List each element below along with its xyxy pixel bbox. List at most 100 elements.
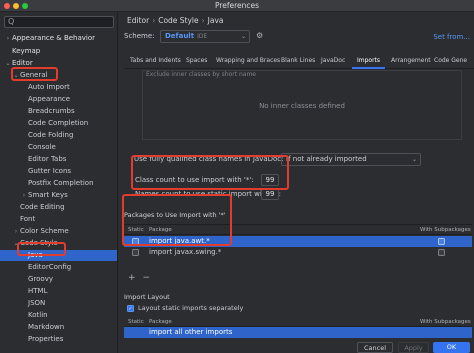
- scheme-dropdown[interactable]: Default IDE ⌄: [160, 30, 250, 43]
- table-row[interactable]: import all other imports: [124, 327, 472, 338]
- subpackages-checkbox[interactable]: [438, 238, 445, 245]
- table-row[interactable]: import java.awt.*: [124, 236, 472, 247]
- settings-content: Editor › Code Style › Java Scheme: Default ID…: [119, 12, 474, 353]
- layout-entry: import all other imports: [149, 328, 233, 336]
- chevron-right-icon[interactable]: ›: [20, 190, 28, 201]
- chevron-down-icon: ⌄: [411, 156, 417, 163]
- sidebar-item-editor-tabs[interactable]: Editor Tabs: [0, 154, 117, 165]
- settings-sidebar: Q › Appearance & Behavior Keymap ⌄ Editor …: [0, 12, 118, 353]
- breadcrumb-java: Java: [207, 16, 224, 25]
- sidebar-item-json[interactable]: JSON: [0, 298, 117, 309]
- breadcrumb: Editor › Code Style › Java: [127, 16, 223, 25]
- remove-icon[interactable]: −: [143, 273, 151, 283]
- sidebar-item-postfix-completion[interactable]: Postfix Completion: [0, 178, 117, 189]
- add-icon[interactable]: +: [128, 273, 136, 283]
- sidebar-item-breadcrumbs[interactable]: Breadcrumbs: [0, 106, 117, 117]
- sidebar-item-appearance[interactable]: Appearance: [0, 94, 117, 105]
- chevron-down-icon[interactable]: ⌄: [12, 238, 20, 249]
- sidebar-item-editorconfig[interactable]: EditorConfig: [0, 262, 117, 273]
- class-count-input[interactable]: 99: [261, 174, 279, 186]
- tab-blank-lines[interactable]: Blank Lines: [281, 57, 315, 64]
- sidebar-item-html[interactable]: HTML: [0, 286, 117, 297]
- ok-button[interactable]: OK: [433, 342, 470, 353]
- chevron-down-icon[interactable]: ⌄: [4, 58, 12, 69]
- chevron-down-icon: ⌄: [240, 33, 246, 40]
- sidebar-item-groovy[interactable]: Groovy: [0, 274, 117, 285]
- column-with-subpackages: With Subpackages: [420, 227, 471, 233]
- sidebar-item-auto-import[interactable]: Auto Import: [0, 82, 117, 93]
- sidebar-item-smart-keys[interactable]: › Smart Keys: [0, 190, 117, 201]
- cancel-button[interactable]: Cancel: [357, 342, 393, 353]
- title-bar: Preferences: [0, 0, 474, 12]
- window-title: Preferences: [214, 1, 260, 10]
- column-with-subpackages: With Subpackages: [420, 319, 471, 325]
- packages-toolbar: + −: [128, 273, 157, 283]
- inner-classes-empty-text: No inner classes defined: [259, 102, 345, 110]
- sidebar-item-gutter-icons[interactable]: Gutter Icons: [0, 166, 117, 177]
- gear-icon[interactable]: ⚙: [256, 31, 263, 40]
- sidebar-item-general[interactable]: ⌄General: [0, 70, 117, 81]
- search-icon: Q: [8, 17, 15, 26]
- sidebar-item-code-completion[interactable]: Code Completion: [0, 118, 117, 129]
- inner-classes-placeholder: Exclude inner classes by short name: [146, 71, 256, 78]
- static-checkbox[interactable]: [132, 249, 139, 256]
- sidebar-item-editor[interactable]: ⌄Editor: [0, 58, 117, 69]
- chevron-down-icon[interactable]: ⌄: [12, 70, 20, 81]
- import-layout-header: Static Package With Subpackages: [124, 317, 472, 327]
- apply-button[interactable]: Apply: [398, 342, 429, 353]
- tab-tabs-and-indents[interactable]: Tabs and Indents: [130, 57, 181, 64]
- tab-code-generation[interactable]: Code Gene: [434, 57, 467, 64]
- package-name: import java.awt.*: [149, 237, 210, 245]
- scheme-label: Scheme:: [124, 32, 155, 40]
- tab-javadoc[interactable]: JavaDoc: [321, 57, 345, 64]
- sidebar-item-markdown[interactable]: Markdown: [0, 322, 117, 333]
- fully-qualified-row: Use fully qualified class names in JavaD…: [134, 153, 474, 166]
- import-layout-title: Import Layout: [124, 293, 170, 301]
- column-package: Package: [149, 319, 172, 325]
- class-count-label: Class count to use import with '*':: [135, 176, 254, 184]
- sidebar-item-color-scheme[interactable]: › Color Scheme: [0, 226, 117, 237]
- breadcrumb-separator: ›: [201, 16, 205, 25]
- scheme-ide-tag: IDE: [197, 33, 208, 40]
- subpackages-checkbox[interactable]: [438, 249, 445, 256]
- sidebar-item-keymap[interactable]: Keymap: [0, 46, 117, 57]
- import-layout-table: Static Package With Subpackages import a…: [124, 317, 472, 339]
- sidebar-item-kotlin[interactable]: Kotlin: [0, 310, 117, 321]
- sidebar-item-appearance-behavior[interactable]: › Appearance & Behavior: [0, 33, 117, 44]
- column-static: Static: [128, 319, 144, 325]
- fully-qualified-label: Use fully qualified class names in JavaD…: [134, 155, 284, 163]
- sidebar-item-code-editing[interactable]: Code Editing: [0, 202, 117, 213]
- fully-qualified-dropdown[interactable]: If not already imported ⌄: [281, 153, 421, 166]
- inner-classes-list[interactable]: Exclude inner classes by short name No i…: [142, 70, 462, 140]
- tab-spaces[interactable]: Spaces: [186, 57, 207, 64]
- sidebar-item-code-folding[interactable]: Code Folding: [0, 130, 117, 141]
- sidebar-item-font[interactable]: Font: [0, 214, 117, 225]
- package-name: import javax.swing.*: [149, 248, 222, 256]
- breadcrumb-editor[interactable]: Editor: [127, 16, 149, 25]
- settings-search-input[interactable]: Q: [4, 16, 114, 28]
- scheme-value: Default: [165, 32, 195, 40]
- tab-arrangement[interactable]: Arrangement: [391, 57, 431, 64]
- layout-static-checkbox[interactable]: ✓: [127, 305, 134, 312]
- tab-imports[interactable]: Imports: [357, 57, 380, 64]
- set-from-link[interactable]: Set from...: [433, 33, 470, 41]
- column-static: Static: [128, 227, 144, 233]
- sidebar-item-java[interactable]: Java: [0, 250, 117, 261]
- names-count-input[interactable]: 99: [261, 188, 279, 200]
- chevron-right-icon[interactable]: ›: [12, 226, 20, 237]
- sidebar-item-code-style[interactable]: ⌄Code Style: [0, 238, 117, 249]
- tab-wrapping-and-braces[interactable]: Wrapping and Braces: [216, 57, 280, 64]
- breadcrumb-separator: ›: [152, 16, 156, 25]
- code-style-tabs: Tabs and Indents Spaces Wrapping and Bra…: [124, 55, 474, 69]
- breadcrumb-code-style[interactable]: Code Style: [158, 16, 198, 25]
- packages-table: Static Package With Subpackages import j…: [124, 224, 472, 268]
- chevron-right-icon[interactable]: ›: [4, 33, 12, 44]
- names-count-row: Names count to use static import with '*…: [135, 188, 285, 201]
- table-row[interactable]: import javax.swing.*: [124, 247, 472, 258]
- packages-table-header: Static Package With Subpackages: [124, 225, 472, 235]
- sidebar-item-properties[interactable]: Properties: [0, 334, 117, 345]
- names-count-label: Names count to use static import with '*…: [135, 190, 281, 198]
- static-checkbox[interactable]: [132, 238, 139, 245]
- packages-title: Packages to Use Import with '*': [124, 211, 226, 219]
- sidebar-item-console[interactable]: Console: [0, 142, 117, 153]
